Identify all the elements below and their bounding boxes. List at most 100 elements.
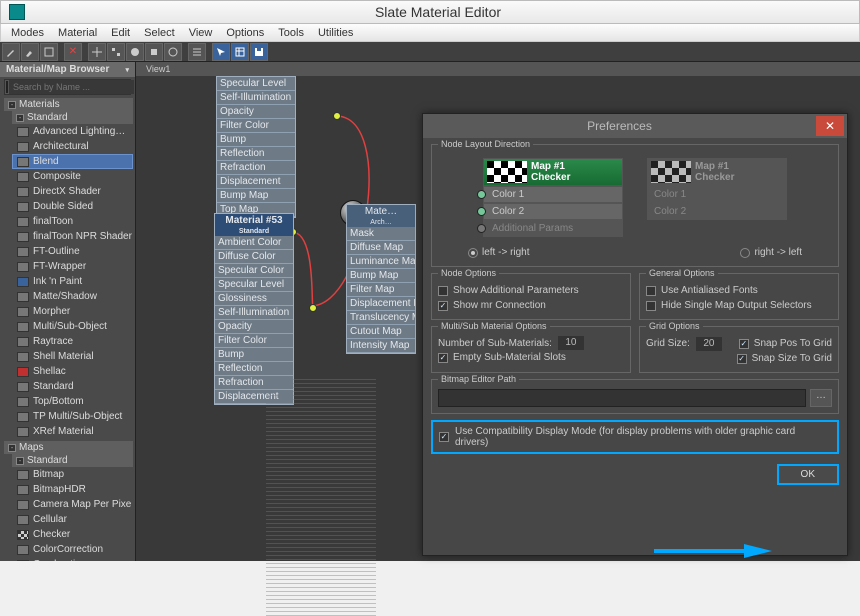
tree-item[interactable]: finalToon [12,214,133,229]
bitmap-path-input[interactable] [438,389,806,407]
node-slot[interactable]: Reflection [217,147,295,161]
chevron-down-icon[interactable] [6,81,8,93]
tool-delete-icon[interactable]: ✕ [64,43,82,61]
node-slot[interactable]: Bump [217,133,295,147]
tree-item[interactable]: Composite [12,169,133,184]
chk-hide-single[interactable]: Hide Single Map Output Selectors [646,298,832,313]
num-subs-input[interactable]: 10 [558,336,584,350]
tree-item[interactable]: Shellac [12,364,133,379]
tree-item[interactable]: TP Multi/Sub-Object [12,409,133,424]
browser-title[interactable]: Material/Map Browser▾ [0,62,135,77]
tree-item[interactable]: Multi/Sub-Object [12,319,133,334]
tree-item[interactable]: Top/Bottom [12,394,133,409]
tree-item[interactable]: XRef Material [12,424,133,439]
node-slot[interactable]: Diffuse Color [215,250,293,264]
chk-antialiased[interactable]: Use Antialiased Fonts [646,283,832,298]
tree-item[interactable]: Bitmap [12,467,133,482]
node-slot[interactable]: Self-Illumination [217,91,295,105]
tree-item[interactable]: Shell Material [12,349,133,364]
node-slot[interactable]: Intensity Map [347,339,415,353]
tree-item[interactable]: Morpher [12,304,133,319]
menu-select[interactable]: Select [140,26,179,40]
node-slot[interactable]: Ambient Color [215,236,293,250]
node-slot[interactable]: Self-Illumination [215,306,293,320]
node-slot[interactable]: Bump [215,348,293,362]
tool-list-icon[interactable] [188,43,206,61]
tool-cube-icon[interactable] [145,43,163,61]
tree-item[interactable]: Blend [12,154,133,169]
node-slot[interactable]: Opacity [215,320,293,334]
plug[interactable] [309,304,317,312]
grid-size-input[interactable]: 20 [696,337,722,351]
node-slot[interactable]: Opacity [217,105,295,119]
tree-item[interactable]: Cellular [12,512,133,527]
view-tab[interactable]: View1 [136,62,860,76]
menu-edit[interactable]: Edit [107,26,134,40]
tree-item[interactable]: Checker [12,527,133,542]
node-slot[interactable]: Refraction [217,161,295,175]
tool-brush-icon[interactable] [21,43,39,61]
chk-compat-mode[interactable]: Use Compatibility Display Mode (for disp… [431,420,839,454]
ok-button[interactable]: OK [777,464,839,485]
radio-left-right[interactable]: left -> right [468,247,530,258]
tree-item[interactable]: Architectural [12,139,133,154]
node-slot[interactable]: Diffuse Map [347,241,415,255]
menu-options[interactable]: Options [222,26,268,40]
tree-item[interactable]: Matte/Shadow [12,289,133,304]
chk-empty-slots[interactable]: Empty Sub-Material Slots [438,350,624,365]
tree-item[interactable]: finalToon NPR Shader [12,229,133,244]
tree-item[interactable]: Ink 'n Paint [12,274,133,289]
tree-item[interactable]: DirectX Shader [12,184,133,199]
search-input[interactable] [9,80,134,94]
tool-save-icon[interactable] [250,43,268,61]
tree-item[interactable]: Combustion [12,557,133,561]
tool-layout-icon[interactable] [107,43,125,61]
tree-item[interactable]: Advanced Lighting… [12,124,133,139]
chk-show-mr[interactable]: Show mr Connection [438,298,624,313]
tree-group-materials[interactable]: -Materials [4,98,133,111]
tool-assign-icon[interactable] [40,43,58,61]
chk-snap-pos[interactable]: Snap Pos To Grid [739,336,832,351]
tree-group-maps-standard[interactable]: -Standard [12,454,133,467]
node-slot[interactable]: Glossiness [215,292,293,306]
node-slot[interactable]: Displacement Map [347,297,415,311]
tool-select-icon[interactable] [212,43,230,61]
layout-sample-right[interactable]: Map #1Checker Color 1 Color 2 [647,158,787,237]
node-slot[interactable]: Luminance Map [347,255,415,269]
node-slot[interactable]: Reflection [215,362,293,376]
node-slot[interactable]: Specular Color [215,264,293,278]
node-slot[interactable]: Specular Level [217,77,295,91]
node-slot[interactable]: Mask [347,227,415,241]
browser-tree[interactable]: -Materials -Standard Advanced Lighting…A… [0,97,135,561]
tree-group-standard[interactable]: -Standard [12,111,133,124]
menu-modes[interactable]: Modes [7,26,48,40]
node-slot[interactable]: Translucency Map [347,311,415,325]
node-slot[interactable]: Bump Map [217,189,295,203]
node-slot[interactable]: Filter Color [215,334,293,348]
tree-item[interactable]: Double Sided [12,199,133,214]
node-material[interactable]: Specular LevelSelf-IlluminationOpacityFi… [216,76,296,218]
menu-view[interactable]: View [185,26,217,40]
radio-right-left[interactable]: right -> left [740,247,802,258]
tree-item[interactable]: Standard [12,379,133,394]
layout-sample-left[interactable]: Map #1Checker Color 1 Color 2 Additional… [483,158,623,237]
tool-eyedropper-icon[interactable] [2,43,20,61]
chk-show-additional[interactable]: Show Additional Parameters [438,283,624,298]
tree-item[interactable]: Raytrace [12,334,133,349]
node-slot[interactable]: Bump Map [347,269,415,283]
menu-utilities[interactable]: Utilities [314,26,357,40]
menu-material[interactable]: Material [54,26,101,40]
node-slot[interactable]: Filter Color [217,119,295,133]
tool-backface-icon[interactable] [164,43,182,61]
node-slot[interactable]: Displacement [217,175,295,189]
tool-sphere-icon[interactable] [126,43,144,61]
node-slot[interactable]: Specular Level [215,278,293,292]
menu-tools[interactable]: Tools [274,26,308,40]
browse-button[interactable]: … [810,389,832,407]
tree-group-maps[interactable]: -Maps [4,441,133,454]
tree-item[interactable]: Camera Map Per Pixel [12,497,133,512]
plug[interactable] [333,112,341,120]
tool-grid-icon[interactable] [231,43,249,61]
node-arch[interactable]: Mate… Arch… Mask Diffuse MapLuminance Ma… [346,204,416,354]
node-slot[interactable]: Cutout Map [347,325,415,339]
